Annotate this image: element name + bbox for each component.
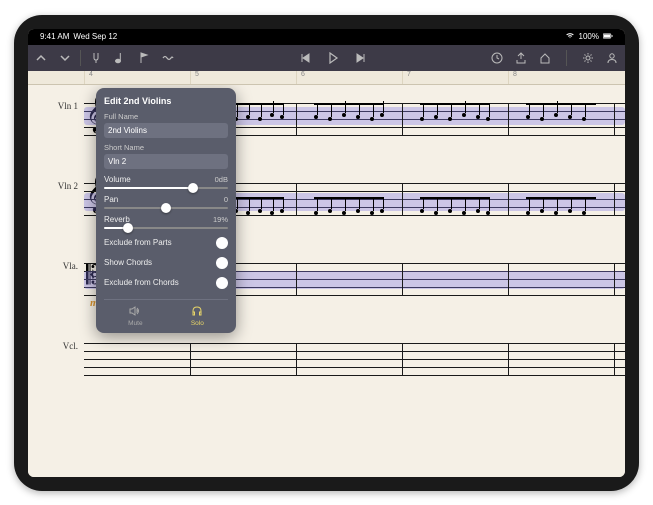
ruler-tick: 7 bbox=[402, 71, 508, 84]
gear-icon[interactable] bbox=[581, 51, 595, 65]
volume-value: 0dB bbox=[215, 175, 228, 184]
ipad-frame: 9:41 AM Wed Sep 12 100% bbox=[14, 15, 639, 491]
pan-slider[interactable] bbox=[104, 207, 228, 209]
export-icon[interactable] bbox=[514, 51, 528, 65]
reverb-slider[interactable] bbox=[104, 227, 228, 229]
trill-icon[interactable] bbox=[161, 51, 175, 65]
skip-back-icon[interactable] bbox=[298, 51, 312, 65]
staff-label: Vla. bbox=[28, 245, 84, 325]
show-chords-label: Show Chords bbox=[104, 258, 152, 267]
mute-button[interactable]: Mute bbox=[128, 306, 142, 327]
full-name-input[interactable] bbox=[104, 123, 228, 138]
short-name-label: Short Name bbox=[104, 143, 228, 152]
play-icon[interactable] bbox=[326, 51, 340, 65]
mute-label: Mute bbox=[128, 320, 142, 327]
status-time: 9:41 AM bbox=[40, 32, 69, 41]
edit-instrument-panel: Edit 2nd Violins Full Name Short Name Vo… bbox=[96, 88, 236, 333]
status-date: Wed Sep 12 bbox=[73, 32, 117, 41]
skip-forward-icon[interactable] bbox=[354, 51, 368, 65]
speaker-icon bbox=[129, 306, 141, 318]
profile-icon[interactable] bbox=[605, 51, 619, 65]
full-name-label: Full Name bbox=[104, 112, 228, 121]
home-icon[interactable] bbox=[538, 51, 552, 65]
staff-row-vcl[interactable]: Vcl. bbox=[28, 325, 625, 385]
battery-icon bbox=[603, 32, 613, 41]
short-name-input[interactable] bbox=[104, 154, 228, 169]
exclude-parts-toggle[interactable] bbox=[216, 237, 228, 249]
reverb-value: 19% bbox=[213, 215, 228, 224]
solo-button[interactable]: Solo bbox=[191, 306, 204, 327]
wifi-icon bbox=[565, 32, 575, 41]
note-icon[interactable] bbox=[113, 51, 127, 65]
ruler-tick: 6 bbox=[296, 71, 402, 84]
chevron-down-icon[interactable] bbox=[58, 51, 72, 65]
headphones-icon bbox=[191, 306, 203, 318]
screen: 9:41 AM Wed Sep 12 100% bbox=[28, 29, 625, 477]
ruler-tick: 4 bbox=[84, 71, 190, 84]
status-battery: 100% bbox=[579, 32, 599, 41]
app-toolbar bbox=[28, 45, 625, 71]
staff-label: Vcl. bbox=[28, 325, 84, 385]
exclude-chords-toggle[interactable] bbox=[216, 277, 228, 289]
ruler-tick: 5 bbox=[190, 71, 296, 84]
pan-label: Pan bbox=[104, 195, 118, 204]
exclude-parts-label: Exclude from Parts bbox=[104, 238, 172, 247]
bar-ruler[interactable]: 4 5 6 7 8 bbox=[28, 71, 625, 85]
ruler-tick: 8 bbox=[508, 71, 614, 84]
score-canvas[interactable]: Vln 1 𝄞 Vln 2 bbox=[28, 85, 625, 477]
exclude-chords-label: Exclude from Chords bbox=[104, 278, 179, 287]
chevron-up-icon[interactable] bbox=[34, 51, 48, 65]
staff-label: Vln 2 bbox=[28, 165, 84, 245]
ios-statusbar: 9:41 AM Wed Sep 12 100% bbox=[28, 29, 625, 45]
clock-icon[interactable] bbox=[490, 51, 504, 65]
volume-slider[interactable] bbox=[104, 187, 228, 189]
solo-label: Solo bbox=[191, 320, 204, 327]
flag-icon[interactable] bbox=[137, 51, 151, 65]
volume-label: Volume bbox=[104, 175, 131, 184]
panel-title: Edit 2nd Violins bbox=[104, 96, 228, 106]
tuning-fork-icon[interactable] bbox=[89, 51, 103, 65]
pan-value: 0 bbox=[224, 195, 228, 204]
show-chords-toggle[interactable] bbox=[216, 257, 228, 269]
staff-label: Vln 1 bbox=[28, 85, 84, 165]
